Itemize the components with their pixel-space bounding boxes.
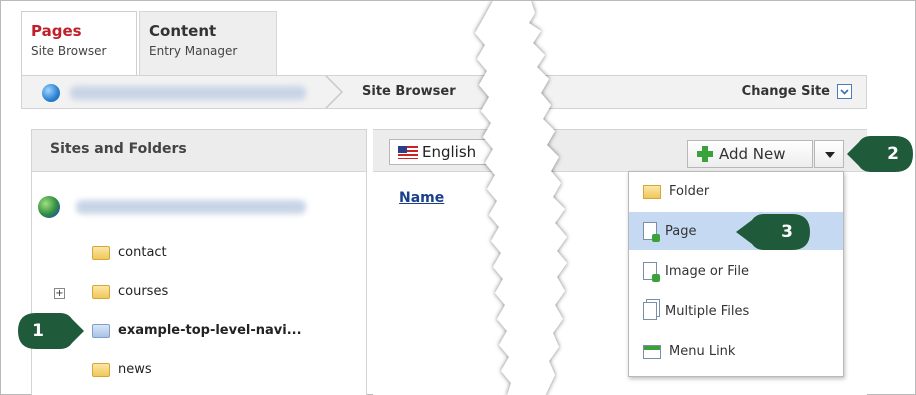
add-new-label: Add New [719, 145, 786, 163]
menu-item-label: Page [665, 223, 697, 239]
new-folder-icon [643, 185, 661, 199]
callout-1: 1 [16, 311, 86, 351]
plus-icon [697, 146, 713, 162]
breadcrumb-current: Site Browser [362, 84, 456, 99]
tree-item-example[interactable]: example-top-level-navi... [92, 323, 302, 338]
change-site-link[interactable]: Change Site [742, 84, 830, 99]
callout-2: 2 [847, 134, 915, 174]
tree-item-label: contact [118, 245, 167, 260]
menu-item-menu-link[interactable]: Menu Link [629, 332, 843, 370]
menu-link-icon [643, 345, 661, 359]
tab-content-subtitle: Entry Manager [149, 44, 238, 58]
tree-item-courses[interactable]: courses [92, 284, 168, 299]
chevron-down-icon[interactable] [837, 84, 852, 99]
menu-item-label: Image or File [665, 263, 750, 279]
globe-icon [42, 84, 60, 102]
menu-item-image-or-file[interactable]: Image or File [629, 252, 843, 290]
new-file-icon [643, 262, 660, 282]
tab-pages[interactable]: Pages Site Browser [21, 11, 137, 75]
us-flag-icon [398, 146, 418, 159]
tree-item-contact[interactable]: contact [92, 245, 167, 260]
tab-content[interactable]: Content Entry Manager [139, 11, 277, 75]
folder-icon [92, 245, 110, 260]
site-globe-icon[interactable] [38, 196, 60, 218]
multiple-files-icon [643, 302, 657, 320]
menu-item-label: Multiple Files [665, 303, 750, 319]
folder-icon [92, 284, 110, 299]
menu-item-folder[interactable]: Folder [629, 172, 843, 210]
breadcrumb-separator-icon [325, 76, 344, 108]
folder-open-icon [92, 323, 110, 338]
torn-edge-decoration [475, 1, 567, 395]
callout-number: 1 [32, 321, 44, 341]
tree-item-label: news [118, 362, 152, 377]
new-page-icon [643, 222, 660, 242]
redacted-root-site[interactable] [76, 200, 306, 214]
tree-item-label: courses [118, 284, 169, 299]
sites-and-folders-panel: Sites and Folders contact + courses exam… [31, 129, 367, 395]
panel-title: Sites and Folders [32, 130, 366, 172]
folder-icon [92, 362, 110, 377]
add-new-menu: Folder Page Image or File Multiple Files… [628, 171, 844, 377]
add-new-dropdown-button[interactable] [814, 140, 844, 168]
tab-pages-title: Pages [31, 22, 82, 40]
expand-icon[interactable]: + [54, 288, 65, 299]
tree-item-news[interactable]: news [92, 362, 152, 377]
callout-number: 3 [781, 222, 793, 242]
language-label: English [422, 143, 477, 161]
add-new-button[interactable]: Add New [687, 140, 813, 168]
callout-number: 2 [887, 144, 899, 164]
name-column-header[interactable]: Name [399, 190, 444, 206]
menu-item-label: Menu Link [669, 343, 736, 359]
tab-content-title: Content [149, 22, 217, 40]
tree-item-label: example-top-level-navi... [118, 323, 302, 338]
tab-pages-subtitle: Site Browser [31, 44, 107, 58]
menu-item-multiple-files[interactable]: Multiple Files [629, 292, 843, 330]
breadcrumb: Site Browser Change Site [21, 75, 867, 109]
redacted-site-name [70, 86, 306, 100]
site-browser-window: Pages Site Browser Content Entry Manager… [0, 0, 916, 395]
callout-3: 3 [736, 212, 812, 252]
menu-item-label: Folder [669, 183, 710, 199]
